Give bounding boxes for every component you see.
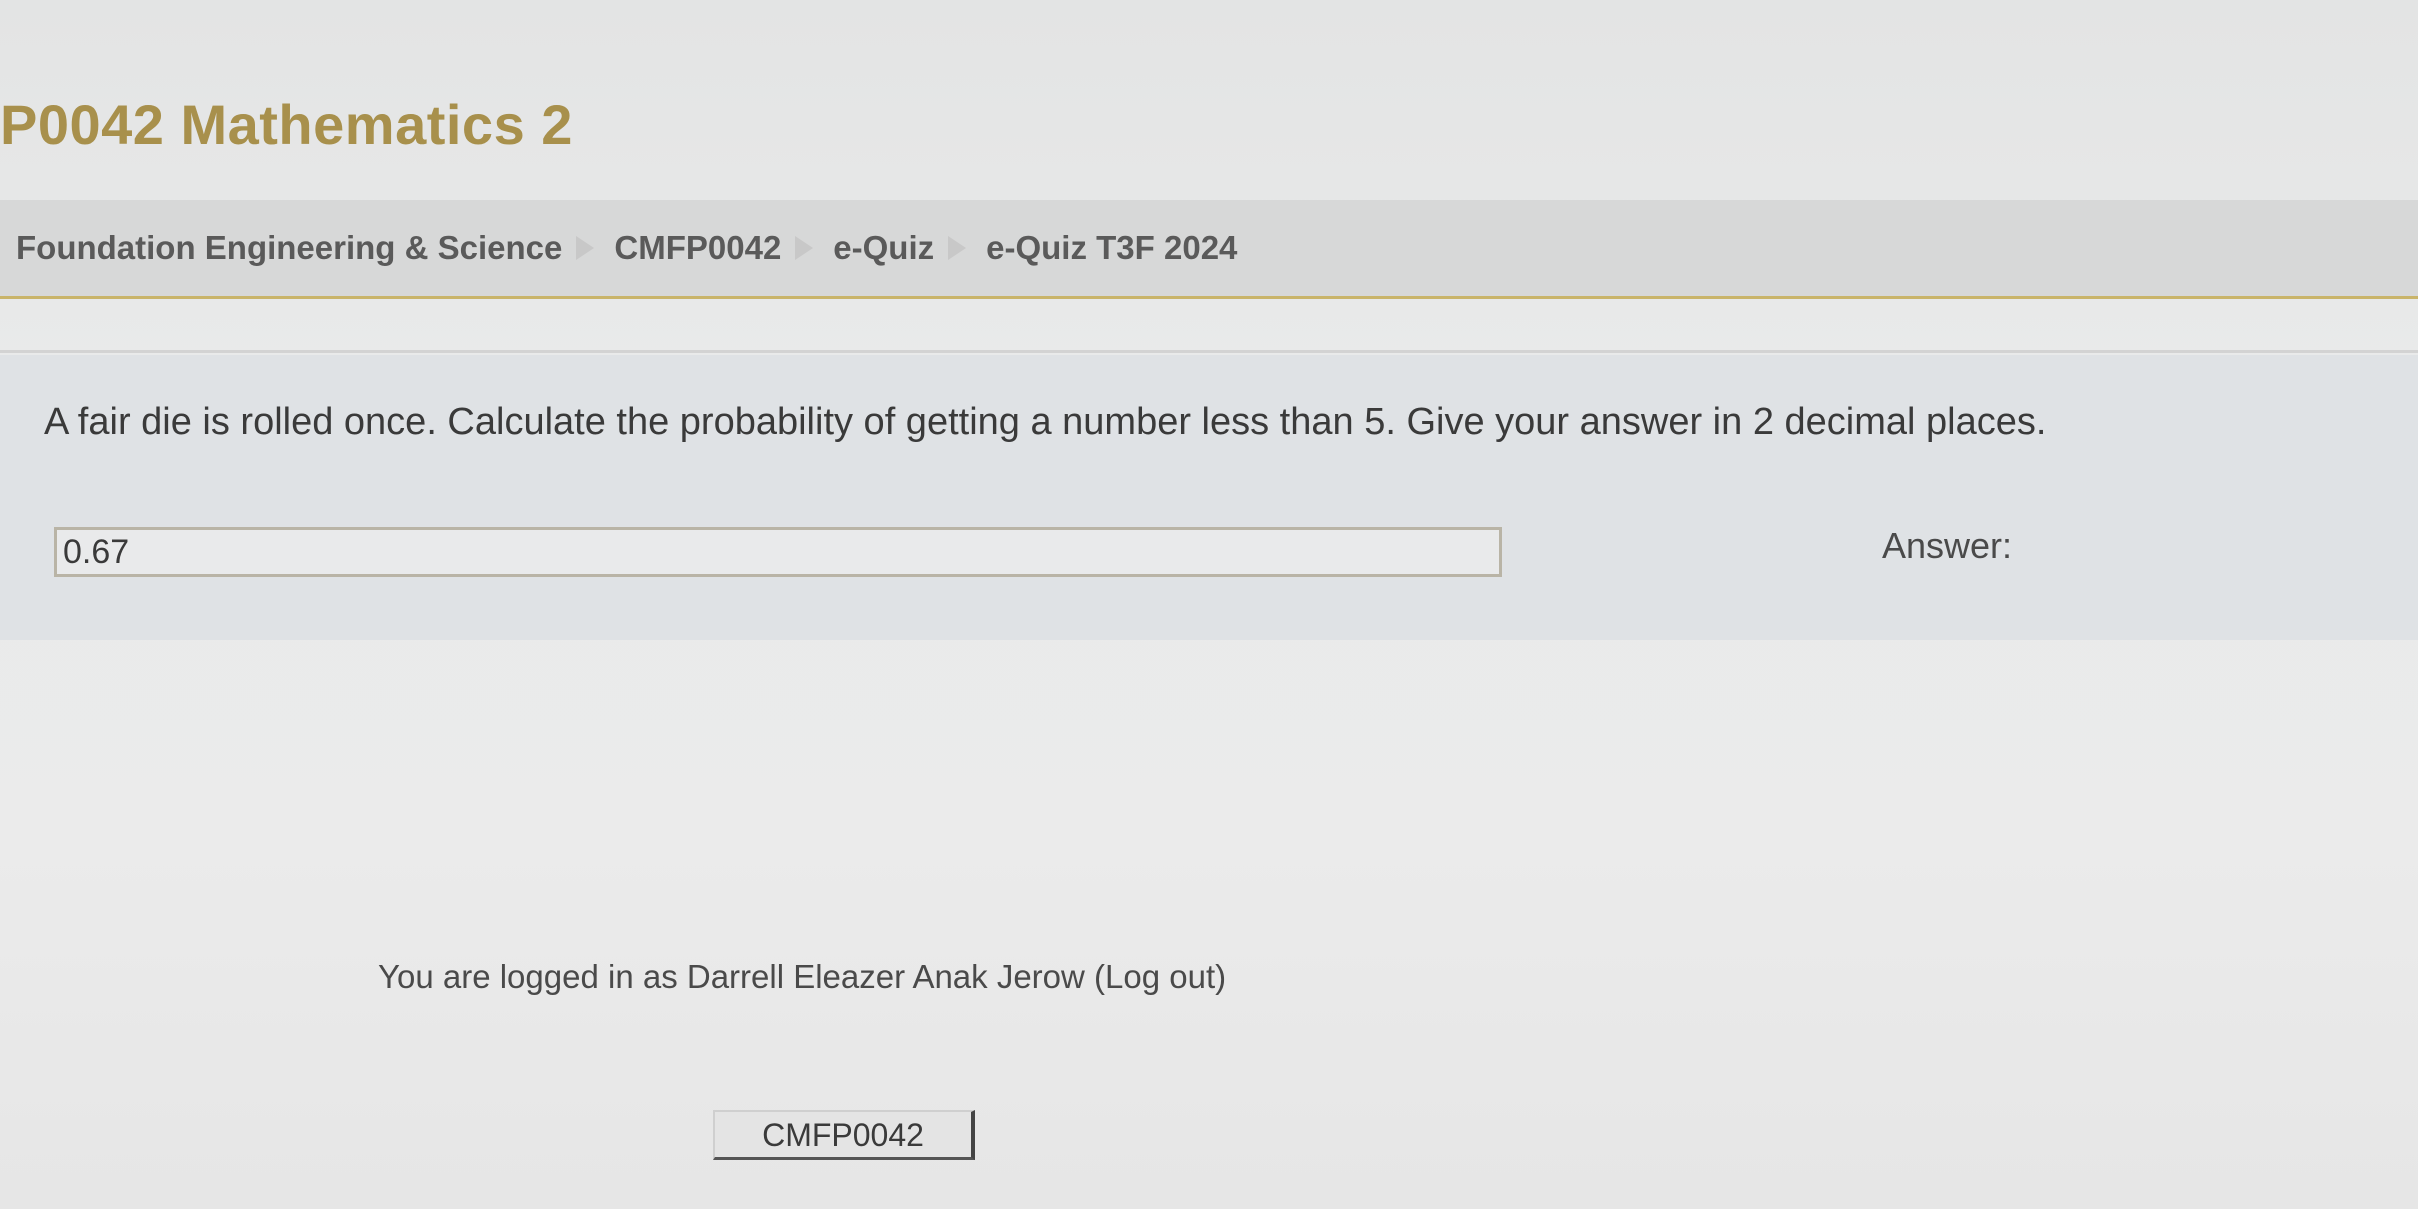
breadcrumb-item-faculty[interactable]: Foundation Engineering & Science: [16, 229, 562, 267]
triangle-right-icon: [576, 236, 595, 260]
answer-label: Answer:: [1882, 525, 2013, 566]
triangle-right-icon: [948, 236, 967, 260]
login-info: You are logged in as Darrell Eleazer Ana…: [378, 958, 1226, 996]
divider: [0, 350, 2418, 353]
logout-link[interactable]: (Log out): [1094, 958, 1226, 995]
course-home-button[interactable]: CMFP0042: [713, 1110, 975, 1160]
breadcrumb: Foundation Engineering & Science CMFP004…: [0, 229, 1237, 267]
navbar: Foundation Engineering & Science CMFP004…: [0, 200, 2418, 299]
page: P0042 Mathematics 2 Foundation Engineeri…: [0, 0, 2418, 1209]
answer-input[interactable]: [54, 527, 1502, 577]
breadcrumb-item-course[interactable]: CMFP0042: [614, 229, 781, 267]
course-title: P0042 Mathematics 2: [0, 93, 573, 156]
question-box: A fair die is rolled once. Calculate the…: [0, 355, 2418, 640]
breadcrumb-item-equiz[interactable]: e-Quiz: [833, 229, 934, 267]
breadcrumb-item-current-quiz: e-Quiz T3F 2024: [986, 229, 1238, 266]
triangle-right-icon: [795, 236, 814, 260]
login-text: You are logged in as Darrell Eleazer Ana…: [378, 958, 1095, 995]
question-text: A fair die is rolled once. Calculate the…: [44, 401, 2047, 443]
